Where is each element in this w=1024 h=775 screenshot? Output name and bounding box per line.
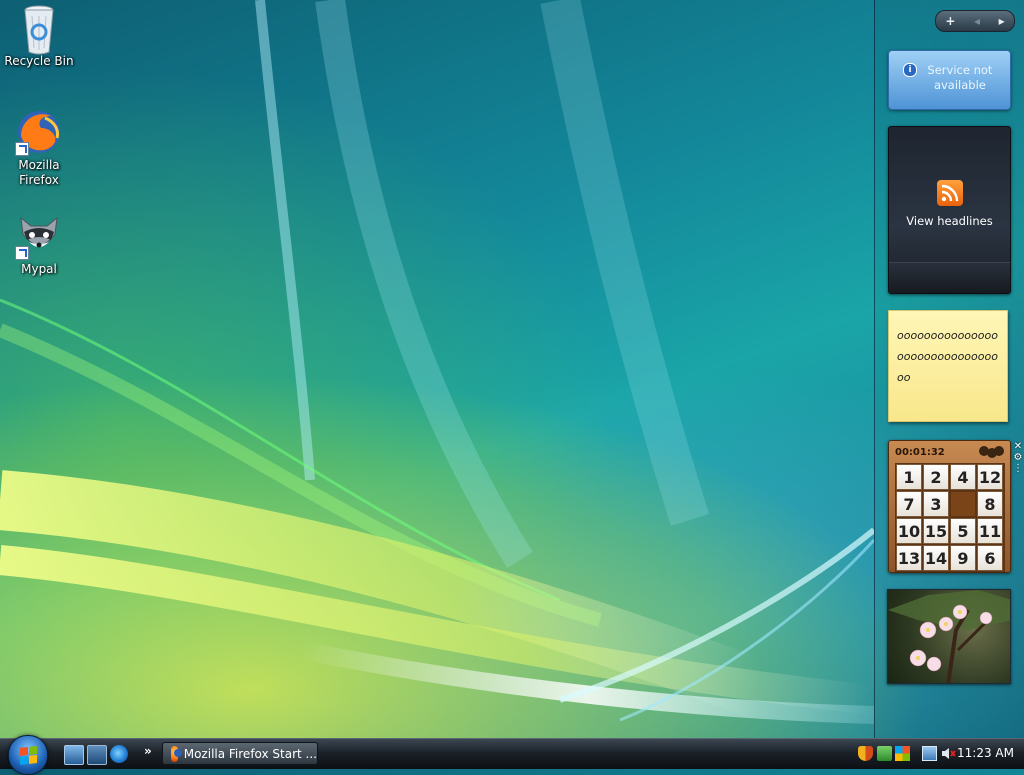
puzzle-header: 00:01:32 — [895, 445, 1004, 459]
desktop-icon-firefox[interactable]: Mozilla Firefox — [1, 108, 77, 188]
drag-handle-icon[interactable]: ⋮ — [1013, 463, 1023, 474]
feed-gadget-footer — [889, 262, 1010, 293]
puzzle-tile[interactable]: 4 — [950, 464, 976, 490]
firefox-icon — [171, 745, 182, 762]
gadget-sticky-notes[interactable]: oooooooooooooooooooooooooooooooo — [888, 310, 1008, 422]
puzzle-tile[interactable]: 11 — [977, 518, 1003, 544]
firefox-icon — [15, 108, 63, 156]
puzzle-empty-slot — [950, 491, 976, 517]
recycle-bin-icon — [15, 4, 63, 55]
windows-flag-tray-icon[interactable] — [895, 746, 910, 761]
flower-photo — [888, 590, 1010, 683]
view-headlines-link[interactable]: View headlines — [889, 214, 1010, 228]
puzzle-tile[interactable]: 3 — [923, 491, 949, 517]
next-page-button[interactable]: ▸ — [999, 14, 1005, 28]
taskbar-button-firefox[interactable]: Mozilla Firefox Start ... — [162, 742, 318, 765]
puzzle-tile[interactable]: 6 — [977, 545, 1003, 571]
puzzle-tile[interactable]: 10 — [896, 518, 922, 544]
gadget-service-status[interactable]: i Service not available — [888, 50, 1011, 110]
puzzle-tile[interactable]: 8 — [977, 491, 1003, 517]
windows-update-icon[interactable] — [877, 746, 892, 761]
rss-icon — [936, 180, 963, 206]
puzzle-tile[interactable]: 9 — [950, 545, 976, 571]
desktop-icon-recycle-bin[interactable]: Recycle Bin — [1, 4, 77, 69]
shortcut-arrow-icon — [15, 142, 29, 156]
taskbar-button-label: Mozilla Firefox Start ... — [183, 746, 317, 761]
close-gadget-button[interactable]: ✕ — [1013, 441, 1023, 452]
gadget-picture-puzzle[interactable]: 00:01:32 1 2 4 12 7 3 8 10 15 5 11 13 14… — [888, 440, 1011, 573]
info-icon: i — [903, 63, 918, 77]
puzzle-tile[interactable]: 2 — [923, 464, 949, 490]
switch-windows-icon[interactable] — [87, 745, 107, 765]
previous-page-button[interactable]: ◂ — [974, 14, 980, 28]
notification-area: 11:23 AM — [848, 739, 1024, 769]
gadget-slide-show[interactable] — [887, 589, 1011, 684]
volume-muted-icon[interactable] — [941, 746, 956, 761]
puzzle-timer: 00:01:32 — [895, 446, 945, 458]
mypal-raccoon-icon — [15, 212, 63, 260]
desktop-icon-label: Recycle Bin — [4, 54, 74, 68]
desktop-icon-label: Mypal — [21, 262, 57, 276]
shortcut-arrow-icon — [15, 246, 29, 260]
puzzle-tile[interactable]: 12 — [977, 464, 1003, 490]
gadget-feed-headlines[interactable]: View headlines — [888, 126, 1011, 294]
start-button[interactable] — [8, 735, 48, 775]
wallpaper — [0, 0, 874, 724]
clock-icon — [987, 448, 997, 458]
puzzle-tile[interactable]: 15 — [923, 518, 949, 544]
network-icon[interactable] — [922, 746, 937, 761]
quick-launch-chevron[interactable]: » — [144, 744, 152, 758]
puzzle-tile[interactable]: 5 — [950, 518, 976, 544]
security-shield-icon[interactable] — [858, 746, 873, 761]
gadget-hover-controls: ✕ ⚙ ⋮ — [1013, 441, 1023, 475]
puzzle-tile[interactable]: 13 — [896, 545, 922, 571]
sidebar-controls: + ◂ ▸ — [935, 10, 1015, 32]
desktop-icon-label: Mozilla Firefox — [18, 158, 60, 187]
taskbar: » Mozilla Firefox Start ... 11:23 AM — [0, 735, 1024, 775]
system-clock[interactable]: 11:23 AM — [957, 746, 1014, 760]
options-wrench-icon[interactable]: ⚙ — [1013, 452, 1023, 463]
puzzle-tile[interactable]: 14 — [923, 545, 949, 571]
desktop-icon-mypal[interactable]: Mypal — [1, 212, 77, 277]
puzzle-grid: 1 2 4 12 7 3 8 10 15 5 11 13 14 9 6 — [895, 463, 1005, 572]
add-gadget-button[interactable]: + — [945, 14, 955, 28]
note-text[interactable]: oooooooooooooooooooooooooooooooo — [897, 325, 999, 388]
internet-explorer-icon[interactable] — [110, 745, 128, 763]
puzzle-tile[interactable]: 7 — [896, 491, 922, 517]
puzzle-tile[interactable]: 1 — [896, 464, 922, 490]
service-status-text: Service not available — [927, 63, 993, 92]
windows-logo-icon — [20, 746, 37, 765]
show-desktop-icon[interactable] — [64, 745, 84, 765]
